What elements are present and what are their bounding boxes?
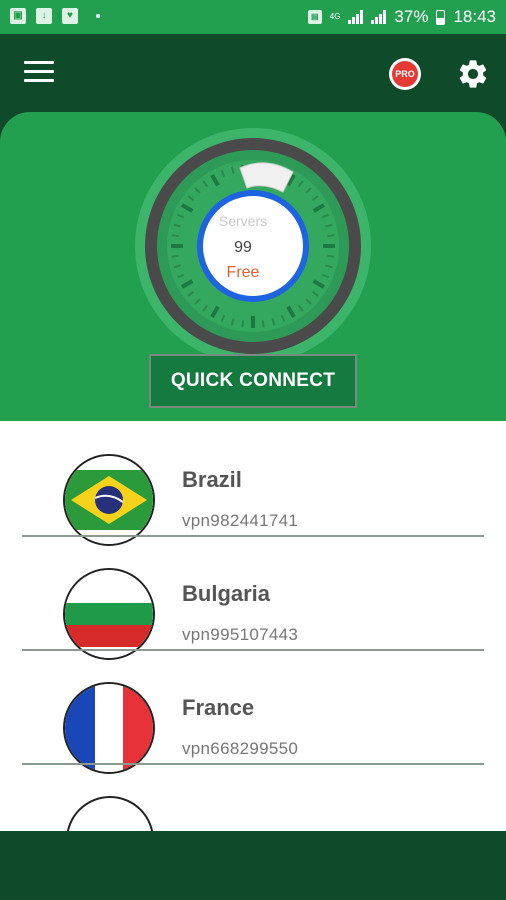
battery-icon — [436, 9, 446, 25]
free-tier-label: Free — [227, 264, 260, 281]
pro-button[interactable]: PRO — [389, 58, 421, 90]
next-flag-icon — [66, 796, 154, 831]
gauge-tick — [171, 254, 179, 258]
france-flag-icon — [63, 682, 155, 774]
list-item[interactable]: Bulgaria vpn995107443 — [0, 535, 506, 660]
list-item[interactable]: France vpn668299550 — [0, 649, 506, 774]
gauge-tick — [171, 234, 179, 238]
server-host: vpn995107443 — [182, 625, 299, 644]
country-name: Bulgaria — [182, 581, 271, 606]
gauge-tick — [241, 320, 245, 328]
app-bar: PRO — [0, 34, 506, 112]
network-type-icon: 4G — [329, 12, 341, 21]
gauge-tick — [327, 234, 335, 238]
more-notifications-icon — [96, 14, 100, 18]
connect-panel: Servers 99 Free QUICK CONNECT — [0, 112, 506, 442]
system-icons: ▤ 4G 37% 18:43 — [307, 7, 496, 27]
hamburger-menu-icon[interactable] — [24, 61, 54, 83]
download-icon: ↓ — [36, 8, 52, 24]
gear-icon[interactable] — [456, 57, 490, 91]
bulgaria-flag-icon — [63, 568, 155, 660]
clock: 18:43 — [453, 7, 496, 26]
signal-icon-2 — [371, 10, 387, 24]
brazil-flag-icon — [63, 454, 155, 546]
shield-icon: ♥ — [62, 8, 78, 24]
gauge-tick — [327, 254, 335, 258]
servers-count: 99 — [234, 239, 252, 256]
server-host: vpn982441741 — [182, 511, 299, 530]
divider — [22, 763, 484, 765]
country-name: France — [182, 695, 255, 720]
country-name: Brazil — [182, 467, 242, 492]
gauge-tick — [261, 320, 265, 328]
servers-label: Servers — [219, 213, 267, 229]
sim-icon: ▤ — [307, 10, 322, 24]
battery-percent: 37% — [394, 7, 429, 26]
notification-icons: ▣ ↓ ♥ — [10, 8, 100, 24]
status-bar: ▣ ↓ ♥ ▤ 4G 37% 18:43 — [0, 0, 506, 34]
server-host: vpn668299550 — [182, 739, 299, 758]
pro-badge-label: PRO — [392, 61, 418, 87]
signal-icon — [348, 10, 364, 24]
server-list: Brazil vpn982441741 Bulgaria vpn99510744… — [0, 421, 506, 831]
gauge-graphic: Servers 99 Free — [135, 128, 371, 364]
speed-gauge[interactable]: Servers 99 Free — [133, 126, 373, 366]
gallery-icon: ▣ — [10, 8, 26, 24]
list-item[interactable]: Brazil vpn982441741 — [0, 421, 506, 546]
quick-connect-button[interactable]: QUICK CONNECT — [149, 354, 357, 408]
